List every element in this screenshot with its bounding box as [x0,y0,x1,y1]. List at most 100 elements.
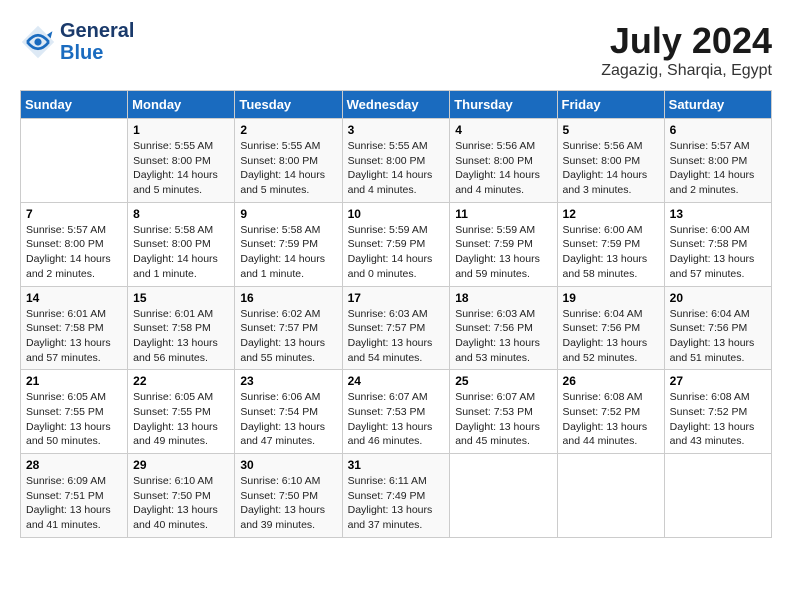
day-info: Sunrise: 5:56 AMSunset: 8:00 PMDaylight:… [563,139,659,198]
day-number: 6 [670,123,766,137]
day-info: Sunrise: 6:04 AMSunset: 7:56 PMDaylight:… [670,307,766,366]
header-day-thursday: Thursday [450,91,557,119]
calendar-table: SundayMondayTuesdayWednesdayThursdayFrid… [20,90,772,538]
header-day-sunday: Sunday [21,91,128,119]
calendar-cell: 26Sunrise: 6:08 AMSunset: 7:52 PMDayligh… [557,370,664,454]
header-day-friday: Friday [557,91,664,119]
day-info: Sunrise: 5:57 AMSunset: 8:00 PMDaylight:… [26,223,122,282]
logo-text: General Blue [60,20,134,64]
day-number: 23 [240,374,336,388]
logo-icon [20,24,56,60]
day-number: 30 [240,458,336,472]
day-info: Sunrise: 6:03 AMSunset: 7:56 PMDaylight:… [455,307,551,366]
day-number: 7 [26,207,122,221]
day-number: 3 [348,123,445,137]
day-info: Sunrise: 5:58 AMSunset: 7:59 PMDaylight:… [240,223,336,282]
calendar-cell: 3 Sunrise: 5:55 AMSunset: 8:00 PMDaylight… [342,119,450,203]
calendar-cell: 8 Sunrise: 5:58 AMSunset: 8:00 PMDaylight… [128,202,235,286]
day-number: 28 [26,458,122,472]
week-row-1: 1 Sunrise: 5:55 AMSunset: 8:00 PMDaylight… [21,119,772,203]
day-number: 17 [348,291,445,305]
day-number: 24 [348,374,445,388]
day-number: 5 [563,123,659,137]
location: Zagazig, Sharqia, Egypt [601,62,772,80]
day-info: Sunrise: 6:08 AMSunset: 7:52 PMDaylight:… [563,390,659,449]
month-title: July 2024 [601,20,772,62]
calendar-cell: 18 Sunrise: 6:03 AMSunset: 7:56 PMDayligh… [450,286,557,370]
day-info: Sunrise: 6:11 AMSunset: 7:49 PMDaylight:… [348,474,445,533]
day-number: 20 [670,291,766,305]
calendar-cell: 24Sunrise: 6:07 AMSunset: 7:53 PMDayligh… [342,370,450,454]
day-number: 11 [455,207,551,221]
page-header: General Blue July 2024 Zagazig, Sharqia,… [20,20,772,80]
calendar-cell: 16Sunrise: 6:02 AMSunset: 7:57 PMDayligh… [235,286,342,370]
day-info: Sunrise: 6:05 AMSunset: 7:55 PMDaylight:… [26,390,122,449]
day-info: Sunrise: 6:10 AMSunset: 7:50 PMDaylight:… [240,474,336,533]
calendar-cell [21,119,128,203]
title-block: July 2024 Zagazig, Sharqia, Egypt [601,20,772,80]
week-row-5: 28 Sunrise: 6:09 AMSunset: 7:51 PMDayligh… [21,454,772,538]
day-number: 21 [26,374,122,388]
day-number: 2 [240,123,336,137]
calendar-cell: 30 Sunrise: 6:10 AMSunset: 7:50 PMDayligh… [235,454,342,538]
calendar-cell: 4Sunrise: 5:56 AMSunset: 8:00 PMDaylight… [450,119,557,203]
calendar-cell: 23 Sunrise: 6:06 AMSunset: 7:54 PMDayligh… [235,370,342,454]
day-number: 31 [348,458,445,472]
header-day-tuesday: Tuesday [235,91,342,119]
day-info: Sunrise: 5:55 AMSunset: 8:00 PMDaylight:… [240,139,336,198]
day-info: Sunrise: 6:00 AMSunset: 7:59 PMDaylight:… [563,223,659,282]
calendar-cell: 25 Sunrise: 6:07 AMSunset: 7:53 PMDayligh… [450,370,557,454]
calendar-cell: 5 Sunrise: 5:56 AMSunset: 8:00 PMDaylight… [557,119,664,203]
calendar-cell: 1 Sunrise: 5:55 AMSunset: 8:00 PMDaylight… [128,119,235,203]
day-info: Sunrise: 6:00 AMSunset: 7:58 PMDaylight:… [670,223,766,282]
day-info: Sunrise: 6:05 AMSunset: 7:55 PMDaylight:… [133,390,229,449]
calendar-cell: 22 Sunrise: 6:05 AMSunset: 7:55 PMDayligh… [128,370,235,454]
week-row-2: 7 Sunrise: 5:57 AMSunset: 8:00 PMDaylight… [21,202,772,286]
calendar-cell: 20 Sunrise: 6:04 AMSunset: 7:56 PMDayligh… [664,286,771,370]
calendar-cell: 7 Sunrise: 5:57 AMSunset: 8:00 PMDaylight… [21,202,128,286]
day-info: Sunrise: 5:55 AMSunset: 8:00 PMDaylight:… [133,139,229,198]
day-number: 29 [133,458,229,472]
logo: General Blue [20,20,134,64]
day-info: Sunrise: 6:08 AMSunset: 7:52 PMDaylight:… [670,390,766,449]
header-day-wednesday: Wednesday [342,91,450,119]
calendar-cell [557,454,664,538]
calendar-cell: 10 Sunrise: 5:59 AMSunset: 7:59 PMDayligh… [342,202,450,286]
day-info: Sunrise: 6:03 AMSunset: 7:57 PMDaylight:… [348,307,445,366]
day-info: Sunrise: 6:06 AMSunset: 7:54 PMDaylight:… [240,390,336,449]
day-number: 1 [133,123,229,137]
calendar-cell: 27Sunrise: 6:08 AMSunset: 7:52 PMDayligh… [664,370,771,454]
calendar-cell: 14Sunrise: 6:01 AMSunset: 7:58 PMDayligh… [21,286,128,370]
day-number: 25 [455,374,551,388]
calendar-cell: 21 Sunrise: 6:05 AMSunset: 7:55 PMDayligh… [21,370,128,454]
day-info: Sunrise: 6:01 AMSunset: 7:58 PMDaylight:… [26,307,122,366]
calendar-cell [664,454,771,538]
day-info: Sunrise: 6:10 AMSunset: 7:50 PMDaylight:… [133,474,229,533]
day-number: 15 [133,291,229,305]
day-number: 12 [563,207,659,221]
calendar-cell: 12 Sunrise: 6:00 AMSunset: 7:59 PMDayligh… [557,202,664,286]
day-info: Sunrise: 6:09 AMSunset: 7:51 PMDaylight:… [26,474,122,533]
header-day-monday: Monday [128,91,235,119]
day-number: 13 [670,207,766,221]
day-info: Sunrise: 6:07 AMSunset: 7:53 PMDaylight:… [455,390,551,449]
day-info: Sunrise: 5:56 AMSunset: 8:00 PMDaylight:… [455,139,551,198]
day-info: Sunrise: 5:59 AMSunset: 7:59 PMDaylight:… [455,223,551,282]
day-info: Sunrise: 5:59 AMSunset: 7:59 PMDaylight:… [348,223,445,282]
calendar-cell: 11 Sunrise: 5:59 AMSunset: 7:59 PMDayligh… [450,202,557,286]
day-number: 18 [455,291,551,305]
day-number: 9 [240,207,336,221]
calendar-cell: 13 Sunrise: 6:00 AMSunset: 7:58 PMDayligh… [664,202,771,286]
day-info: Sunrise: 5:55 AMSunset: 8:00 PMDaylight:… [348,139,445,198]
calendar-cell: 15Sunrise: 6:01 AMSunset: 7:58 PMDayligh… [128,286,235,370]
week-row-3: 14Sunrise: 6:01 AMSunset: 7:58 PMDayligh… [21,286,772,370]
calendar-cell: 17 Sunrise: 6:03 AMSunset: 7:57 PMDayligh… [342,286,450,370]
calendar-cell: 28 Sunrise: 6:09 AMSunset: 7:51 PMDayligh… [21,454,128,538]
calendar-cell: 31 Sunrise: 6:11 AMSunset: 7:49 PMDayligh… [342,454,450,538]
day-number: 22 [133,374,229,388]
day-info: Sunrise: 5:58 AMSunset: 8:00 PMDaylight:… [133,223,229,282]
calendar-cell: 29 Sunrise: 6:10 AMSunset: 7:50 PMDayligh… [128,454,235,538]
day-number: 8 [133,207,229,221]
day-number: 16 [240,291,336,305]
day-number: 10 [348,207,445,221]
